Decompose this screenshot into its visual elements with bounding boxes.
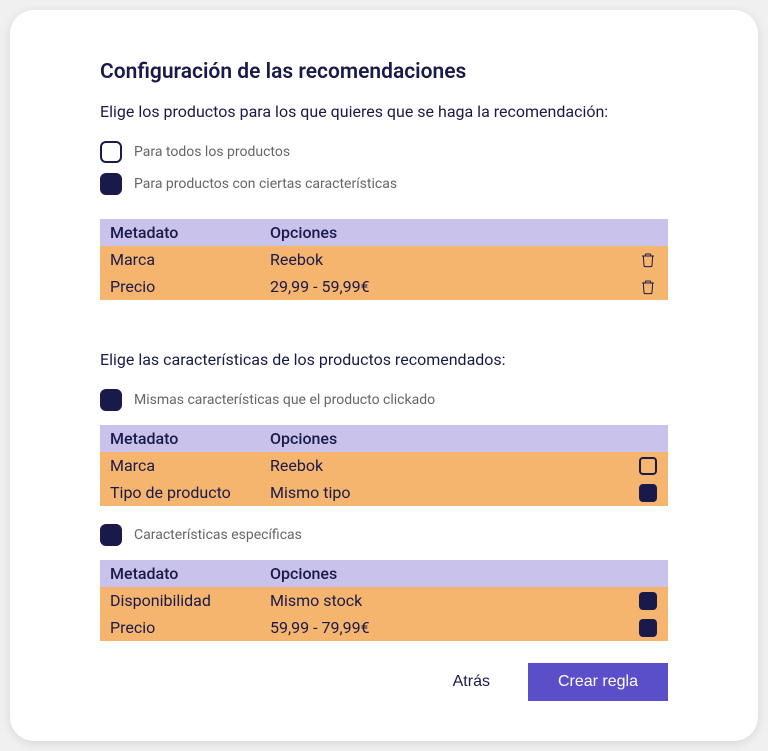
- modal-content: Configuración de las recomendaciones Eli…: [50, 60, 718, 643]
- cell-options: 59,99 - 79,99€: [260, 614, 628, 641]
- option-specific-characteristics[interactable]: Características específicas: [100, 524, 668, 546]
- modal-footer: Atrás Crear regla: [50, 663, 718, 701]
- filter-table: Metadato Opciones Marca Reebok Precio 29…: [100, 219, 668, 300]
- table-row: Marca Reebok: [100, 246, 668, 273]
- header-action: [628, 560, 668, 587]
- cell-options: Reebok: [260, 452, 628, 479]
- cell-options: Mismo stock: [260, 587, 628, 614]
- option-specific-label: Características específicas: [134, 527, 302, 543]
- cell-action: [628, 615, 668, 641]
- specific-characteristics-table: Metadato Opciones Disponibilidad Mismo s…: [100, 560, 668, 641]
- cell-action: [628, 248, 668, 272]
- checkbox-icon: [100, 389, 122, 411]
- row-checkbox[interactable]: [639, 619, 657, 637]
- trash-icon[interactable]: [640, 279, 656, 295]
- cell-action: [628, 453, 668, 479]
- trash-icon[interactable]: [640, 252, 656, 268]
- cell-metadata: Tipo de producto: [100, 479, 260, 506]
- cell-metadata: Marca: [100, 452, 260, 479]
- table-row: Precio 29,99 - 59,99€: [100, 273, 668, 300]
- header-metadata: Metadato: [100, 425, 260, 452]
- header-action: [628, 219, 668, 246]
- header-action: [628, 425, 668, 452]
- radio-icon: [100, 173, 122, 195]
- table-header: Metadato Opciones: [100, 560, 668, 587]
- cell-action: [628, 275, 668, 299]
- product-selection-group: Para todos los productos Para productos …: [100, 141, 668, 195]
- header-metadata: Metadato: [100, 560, 260, 587]
- table-row: Tipo de producto Mismo tipo: [100, 479, 668, 506]
- table-row: Disponibilidad Mismo stock: [100, 587, 668, 614]
- cell-options: 29,99 - 59,99€: [260, 273, 628, 300]
- checkbox-icon: [100, 524, 122, 546]
- option-filtered-label: Para productos con ciertas característic…: [134, 176, 397, 192]
- create-rule-button[interactable]: Crear regla: [528, 663, 668, 701]
- option-same-characteristics[interactable]: Mismas características que el producto c…: [100, 389, 668, 411]
- row-checkbox[interactable]: [639, 592, 657, 610]
- table-row: Marca Reebok: [100, 452, 668, 479]
- table-header: Metadato Opciones: [100, 425, 668, 452]
- radio-icon: [100, 141, 122, 163]
- back-button[interactable]: Atrás: [445, 663, 498, 701]
- cell-metadata: Marca: [100, 246, 260, 273]
- cell-metadata: Precio: [100, 273, 260, 300]
- cell-metadata: Disponibilidad: [100, 587, 260, 614]
- option-all-products[interactable]: Para todos los productos: [100, 141, 668, 163]
- cell-action: [628, 588, 668, 614]
- option-all-label: Para todos los productos: [134, 144, 290, 160]
- section1-subtitle: Elige los productos para los que quieres…: [100, 102, 668, 121]
- header-options: Opciones: [260, 425, 628, 452]
- row-checkbox[interactable]: [639, 457, 657, 475]
- cell-metadata: Precio: [100, 614, 260, 641]
- cell-options: Mismo tipo: [260, 479, 628, 506]
- cell-options: Reebok: [260, 246, 628, 273]
- cell-action: [628, 480, 668, 506]
- row-checkbox[interactable]: [639, 484, 657, 502]
- table-row: Precio 59,99 - 79,99€: [100, 614, 668, 641]
- same-characteristics-table: Metadato Opciones Marca Reebok Tipo de p…: [100, 425, 668, 506]
- header-options: Opciones: [260, 560, 628, 587]
- option-filtered-products[interactable]: Para productos con ciertas característic…: [100, 173, 668, 195]
- config-modal: Configuración de las recomendaciones Eli…: [10, 10, 758, 741]
- header-options: Opciones: [260, 219, 628, 246]
- header-metadata: Metadato: [100, 219, 260, 246]
- table-header: Metadato Opciones: [100, 219, 668, 246]
- modal-title: Configuración de las recomendaciones: [100, 60, 668, 84]
- option-same-label: Mismas características que el producto c…: [134, 392, 435, 408]
- section2-subtitle: Elige las características de los product…: [100, 350, 668, 369]
